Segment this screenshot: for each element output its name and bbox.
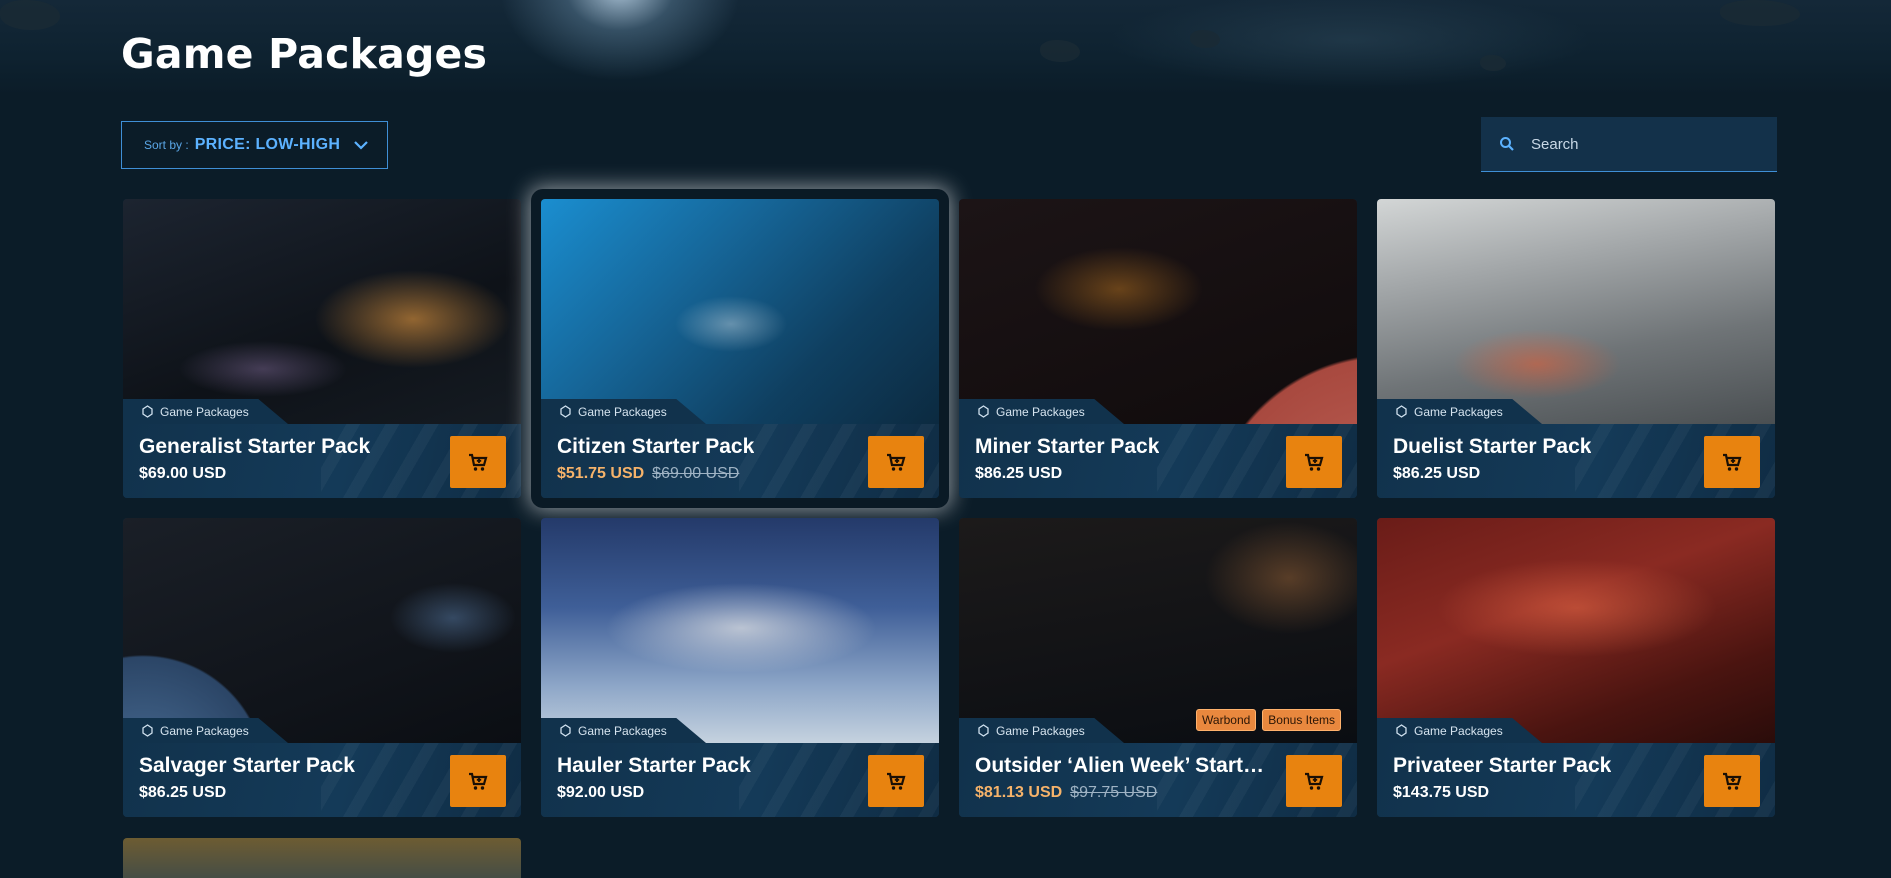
category-label: Game Packages — [160, 723, 249, 738]
product-card[interactable]: Game Packages Salvager Starter Pack $86.… — [123, 518, 521, 817]
search-icon — [1500, 137, 1514, 151]
product-card[interactable]: Game Packages Duelist Starter Pack $86.2… — [1377, 199, 1775, 498]
product-name[interactable]: Salvager Starter Pack — [139, 754, 355, 778]
product-name[interactable]: Generalist Starter Pack — [139, 435, 370, 459]
cart-icon — [1305, 772, 1324, 790]
search-input[interactable] — [1531, 135, 1761, 153]
category-label: Game Packages — [1414, 723, 1503, 738]
category-icon — [978, 724, 989, 737]
add-to-cart-button[interactable] — [868, 436, 924, 488]
sale-price: $81.13 USD — [975, 784, 1063, 801]
sale-price: $51.75 USD — [557, 465, 645, 482]
original-price: $97.75 USD — [1070, 784, 1158, 801]
add-to-cart-button[interactable] — [868, 755, 924, 807]
product-card[interactable]: Game Packages Hauler Starter Pack $92.00… — [541, 518, 939, 817]
ship-image[interactable] — [541, 199, 939, 424]
product-name[interactable]: Outsider ‘Alien Week’ Starter ... — [975, 754, 1275, 778]
price-row: $81.13 USD $97.75 USD — [975, 784, 1157, 802]
product-card-partial[interactable] — [123, 838, 521, 878]
product-name[interactable]: Privateer Starter Pack — [1393, 754, 1611, 778]
cart-icon — [1723, 453, 1742, 471]
sort-dropdown[interactable]: Sort by : PRICE: LOW-HIGH — [121, 121, 388, 169]
ship-image[interactable] — [959, 199, 1357, 424]
product-name[interactable]: Citizen Starter Pack — [557, 435, 754, 459]
price: $86.25 USD — [139, 784, 227, 801]
category-label: Game Packages — [996, 404, 1085, 419]
sort-value: PRICE: LOW-HIGH — [194, 136, 341, 153]
badge-group: Warbond Bonus Items — [1196, 709, 1341, 731]
add-to-cart-button[interactable] — [1704, 755, 1760, 807]
price: $92.00 USD — [557, 784, 645, 801]
cart-icon — [887, 772, 906, 790]
price: $86.25 USD — [975, 465, 1063, 482]
ship-image[interactable] — [1377, 199, 1775, 424]
product-name[interactable]: Hauler Starter Pack — [557, 754, 751, 778]
ship-image[interactable] — [1377, 518, 1775, 743]
price-row: $86.25 USD — [1393, 465, 1480, 483]
warbond-badge: Warbond — [1196, 709, 1257, 731]
category-icon — [560, 724, 571, 737]
price-row: $51.75 USD $69.00 USD — [557, 465, 739, 483]
category-icon — [142, 405, 153, 418]
category-icon — [142, 724, 153, 737]
product-card[interactable]: Warbond Bonus Items Game Packages Outsid… — [959, 518, 1357, 817]
page-title: Game Packages — [121, 30, 488, 78]
add-to-cart-button[interactable] — [450, 436, 506, 488]
price-row: $143.75 USD — [1393, 784, 1489, 802]
category-icon — [978, 405, 989, 418]
cart-icon — [469, 772, 488, 790]
sort-label: Sort by : — [144, 138, 189, 152]
category-label: Game Packages — [996, 723, 1085, 738]
bonus-items-badge: Bonus Items — [1262, 709, 1341, 731]
product-name[interactable]: Miner Starter Pack — [975, 435, 1159, 459]
price: $69.00 USD — [139, 465, 227, 482]
price: $143.75 USD — [1393, 784, 1490, 801]
ship-image[interactable] — [123, 199, 521, 424]
category-icon — [1396, 724, 1407, 737]
product-name[interactable]: Duelist Starter Pack — [1393, 435, 1591, 459]
cart-icon — [1723, 772, 1742, 790]
cart-icon — [887, 453, 906, 471]
product-card[interactable]: Game Packages Citizen Starter Pack $51.7… — [541, 199, 939, 498]
cart-icon — [469, 453, 488, 471]
category-label: Game Packages — [578, 723, 667, 738]
add-to-cart-button[interactable] — [1286, 755, 1342, 807]
price-row: $86.25 USD — [139, 784, 226, 802]
price-row: $92.00 USD — [557, 784, 644, 802]
price-row: $86.25 USD — [975, 465, 1062, 483]
ship-image[interactable] — [123, 518, 521, 743]
add-to-cart-button[interactable] — [450, 755, 506, 807]
product-card[interactable]: Game Packages Privateer Starter Pack $14… — [1377, 518, 1775, 817]
add-to-cart-button[interactable] — [1286, 436, 1342, 488]
search-box[interactable] — [1481, 117, 1777, 172]
product-card[interactable]: Game Packages Miner Starter Pack $86.25 … — [959, 199, 1357, 498]
category-label: Game Packages — [578, 404, 667, 419]
original-price: $69.00 USD — [652, 465, 740, 482]
chevron-down-icon — [354, 141, 368, 150]
price: $86.25 USD — [1393, 465, 1481, 482]
add-to-cart-button[interactable] — [1704, 436, 1760, 488]
category-label: Game Packages — [1414, 404, 1503, 419]
cart-icon — [1305, 453, 1324, 471]
ship-image[interactable] — [541, 518, 939, 743]
category-label: Game Packages — [160, 404, 249, 419]
category-icon — [560, 405, 571, 418]
category-icon — [1396, 405, 1407, 418]
price-row: $69.00 USD — [139, 465, 226, 483]
product-card[interactable]: Game Packages Generalist Starter Pack $6… — [123, 199, 521, 498]
